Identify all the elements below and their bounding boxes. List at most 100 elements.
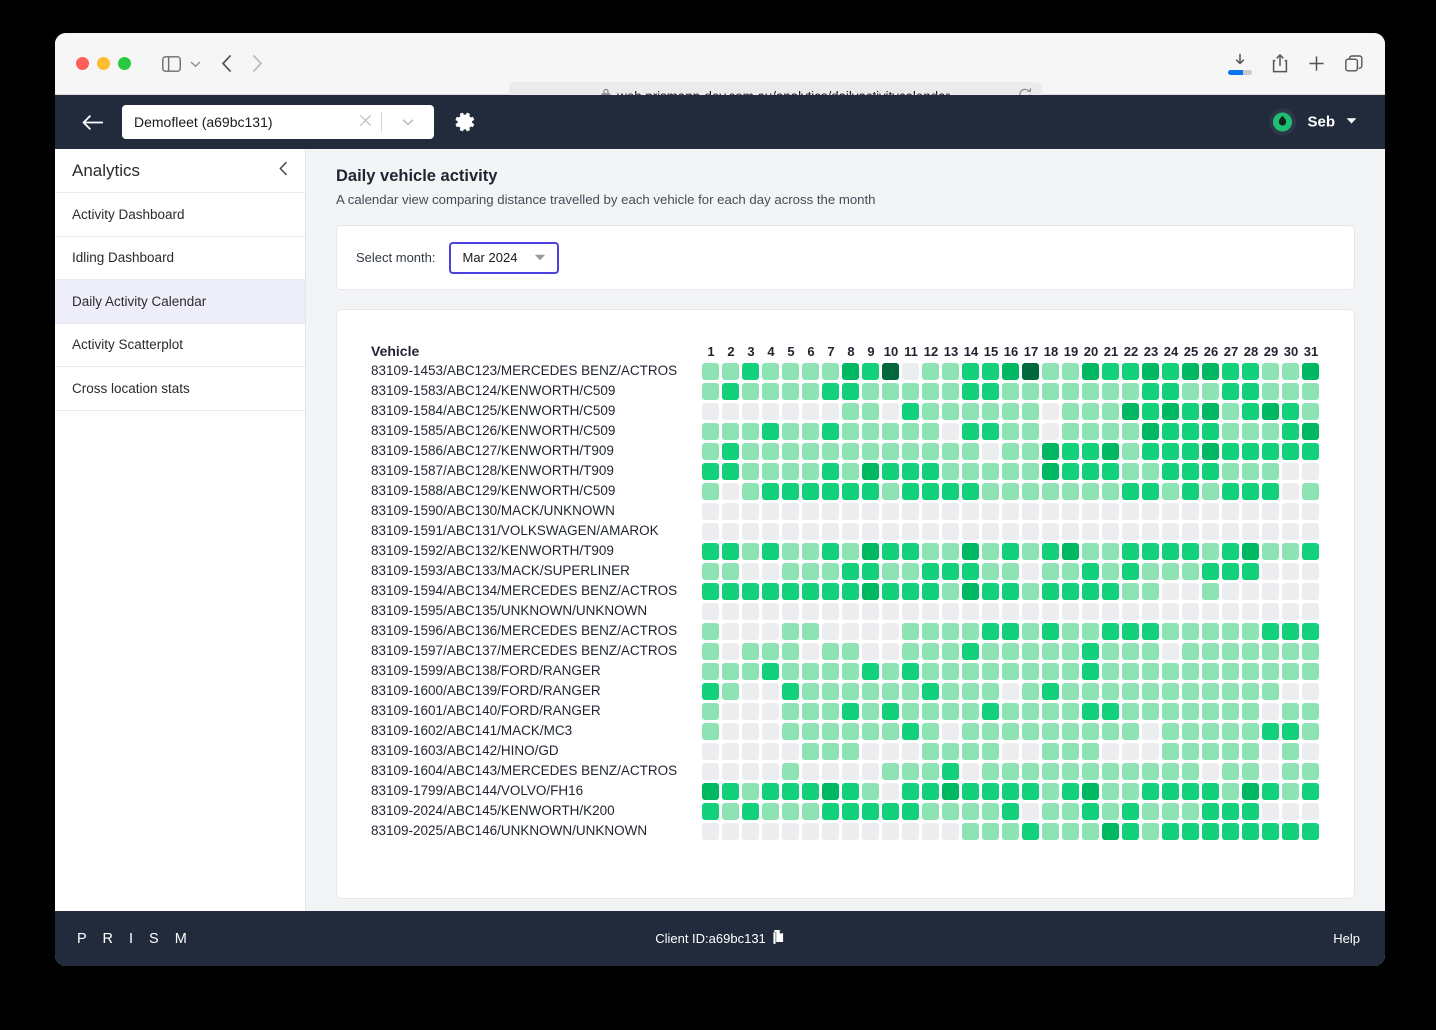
heatmap-cell[interactable] — [1181, 481, 1201, 501]
heatmap-cell[interactable] — [1081, 581, 1101, 601]
heatmap-cell[interactable] — [881, 801, 901, 821]
minimize-window-button[interactable] — [97, 57, 110, 70]
heatmap-cell[interactable] — [881, 541, 901, 561]
heatmap-cell[interactable] — [841, 621, 861, 641]
heatmap-cell[interactable] — [1041, 721, 1061, 741]
heatmap-cell[interactable] — [721, 601, 741, 621]
heatmap-cell[interactable] — [821, 661, 841, 681]
sidebar-toggle-icon[interactable] — [162, 55, 181, 72]
heatmap-cell[interactable] — [1001, 461, 1021, 481]
heatmap-cell[interactable] — [801, 761, 821, 781]
heatmap-cell[interactable] — [901, 701, 921, 721]
heatmap-cell[interactable] — [801, 781, 821, 801]
heatmap-cell[interactable] — [701, 421, 721, 441]
heatmap-cell[interactable] — [781, 761, 801, 781]
heatmap-cell[interactable] — [921, 781, 941, 801]
heatmap-cell[interactable] — [1141, 561, 1161, 581]
heatmap-cell[interactable] — [1061, 401, 1081, 421]
heatmap-cell[interactable] — [1101, 401, 1121, 421]
heatmap-cell[interactable] — [1121, 641, 1141, 661]
heatmap-cell[interactable] — [801, 481, 821, 501]
heatmap-cell[interactable] — [1101, 561, 1121, 581]
heatmap-cell[interactable] — [921, 821, 941, 841]
heatmap-cell[interactable] — [841, 681, 861, 701]
heatmap-cell[interactable] — [1101, 521, 1121, 541]
heatmap-cell[interactable] — [1001, 661, 1021, 681]
heatmap-cell[interactable] — [1061, 721, 1081, 741]
heatmap-cell[interactable] — [1261, 441, 1281, 461]
heatmap-cell[interactable] — [1101, 481, 1121, 501]
heatmap-cell[interactable] — [1281, 701, 1301, 721]
heatmap-cell[interactable] — [1001, 581, 1021, 601]
heatmap-cell[interactable] — [1181, 761, 1201, 781]
heatmap-cell[interactable] — [1001, 641, 1021, 661]
heatmap-cell[interactable] — [981, 421, 1001, 441]
heatmap-cell[interactable] — [801, 521, 821, 541]
heatmap-cell[interactable] — [781, 441, 801, 461]
heatmap-cell[interactable] — [1181, 641, 1201, 661]
heatmap-cell[interactable] — [941, 661, 961, 681]
heatmap-cell[interactable] — [821, 821, 841, 841]
heatmap-cell[interactable] — [941, 521, 961, 541]
heatmap-cell[interactable] — [1141, 661, 1161, 681]
heatmap-cell[interactable] — [1181, 521, 1201, 541]
heatmap-cell[interactable] — [1121, 541, 1141, 561]
heatmap-cell[interactable] — [1021, 381, 1041, 401]
heatmap-cell[interactable] — [881, 461, 901, 481]
heatmap-cell[interactable] — [901, 421, 921, 441]
heatmap-cell[interactable] — [1261, 761, 1281, 781]
heatmap-cell[interactable] — [761, 541, 781, 561]
heatmap-cell[interactable] — [701, 741, 721, 761]
heatmap-cell[interactable] — [1081, 521, 1101, 541]
heatmap-cell[interactable] — [1101, 541, 1121, 561]
heatmap-cell[interactable] — [1021, 621, 1041, 641]
heatmap-cell[interactable] — [1301, 361, 1321, 381]
heatmap-cell[interactable] — [881, 741, 901, 761]
heatmap-cell[interactable] — [1301, 461, 1321, 481]
heatmap-cell[interactable] — [1041, 701, 1061, 721]
heatmap-cell[interactable] — [841, 481, 861, 501]
heatmap-cell[interactable] — [1181, 381, 1201, 401]
heatmap-cell[interactable] — [1061, 361, 1081, 381]
heatmap-cell[interactable] — [1041, 681, 1061, 701]
heatmap-cell[interactable] — [941, 361, 961, 381]
heatmap-cell[interactable] — [1021, 801, 1041, 821]
heatmap-cell[interactable] — [781, 801, 801, 821]
heatmap-cell[interactable] — [901, 621, 921, 641]
heatmap-cell[interactable] — [1101, 761, 1121, 781]
heatmap-cell[interactable] — [1261, 581, 1281, 601]
heatmap-cell[interactable] — [761, 601, 781, 621]
heatmap-cell[interactable] — [1241, 801, 1261, 821]
heatmap-cell[interactable] — [1161, 441, 1181, 461]
heatmap-cell[interactable] — [701, 601, 721, 621]
heatmap-cell[interactable] — [1221, 481, 1241, 501]
heatmap-cell[interactable] — [1161, 801, 1181, 821]
heatmap-cell[interactable] — [1061, 561, 1081, 581]
heatmap-cell[interactable] — [1161, 481, 1181, 501]
heatmap-cell[interactable] — [881, 681, 901, 701]
heatmap-cell[interactable] — [1141, 621, 1161, 641]
heatmap-cell[interactable] — [1301, 781, 1321, 801]
browser-back-icon[interactable] — [221, 54, 233, 73]
sidebar-item-daily-activity-calendar[interactable]: Daily Activity Calendar — [55, 280, 305, 324]
heatmap-cell[interactable] — [781, 781, 801, 801]
heatmap-cell[interactable] — [721, 481, 741, 501]
heatmap-cell[interactable] — [821, 361, 841, 381]
heatmap-cell[interactable] — [1101, 661, 1121, 681]
heatmap-cell[interactable] — [1301, 501, 1321, 521]
heatmap-cell[interactable] — [1021, 561, 1041, 581]
heatmap-cell[interactable] — [941, 581, 961, 601]
heatmap-cell[interactable] — [761, 761, 781, 781]
heatmap-cell[interactable] — [1201, 461, 1221, 481]
heatmap-cell[interactable] — [1061, 461, 1081, 481]
heatmap-cell[interactable] — [1201, 501, 1221, 521]
heatmap-cell[interactable] — [1201, 801, 1221, 821]
heatmap-cell[interactable] — [1141, 581, 1161, 601]
heatmap-cell[interactable] — [781, 421, 801, 441]
heatmap-cell[interactable] — [1301, 601, 1321, 621]
heatmap-cell[interactable] — [1221, 521, 1241, 541]
heatmap-cell[interactable] — [1141, 761, 1161, 781]
heatmap-cell[interactable] — [841, 781, 861, 801]
heatmap-cell[interactable] — [741, 701, 761, 721]
browser-forward-icon[interactable] — [251, 54, 263, 73]
